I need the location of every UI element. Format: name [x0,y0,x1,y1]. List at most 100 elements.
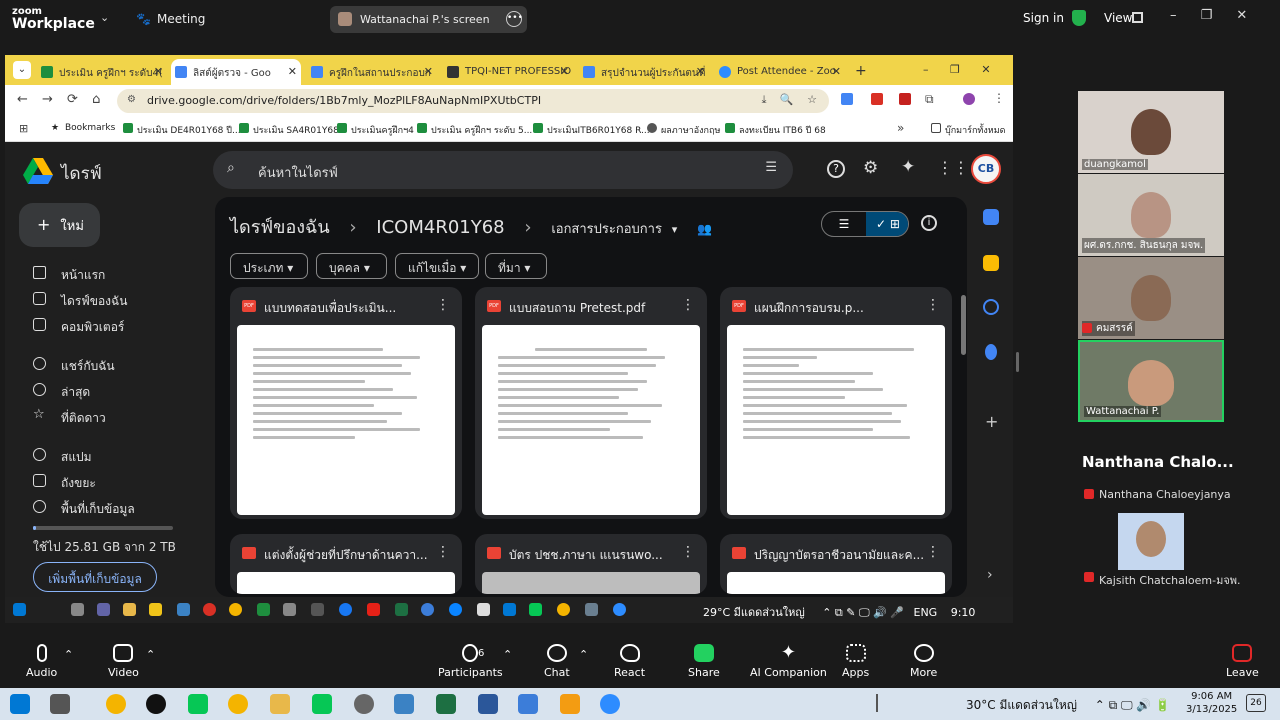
app-icon[interactable] [518,694,538,714]
shield-icon[interactable] [1072,10,1086,26]
participant-tile-active[interactable]: Wattanachai P. [1078,340,1224,422]
more-vert-icon[interactable]: ⋮ [436,544,450,560]
app-icon[interactable] [149,603,162,616]
clock[interactable]: 9:10 [951,606,976,619]
excel-icon[interactable] [436,694,456,714]
url-bar[interactable]: ⚙ drive.google.com/drive/folders/1Bb7mly… [117,89,829,113]
bookmark-item[interactable]: ประเมิน ครูฝึกฯ ระดับ 5... [417,123,532,137]
chevron-right-icon[interactable]: › [987,567,993,583]
line-icon[interactable] [529,603,542,616]
app-icon[interactable] [257,603,270,616]
filter-chip-type[interactable]: ประเภท ▾ [230,253,308,279]
participant-video[interactable] [1118,513,1184,570]
new-button[interactable]: + ใหม่ [19,203,100,247]
view-toggle[interactable]: ☰ ✓ ⊞ [821,211,909,237]
chevron-up-icon[interactable]: ⌃ [146,648,155,661]
chrome-icon[interactable] [106,694,126,714]
extension-icon[interactable] [841,93,853,105]
apps-grid-icon[interactable]: ⊞ [19,122,28,135]
more-vert-icon[interactable]: ⋮ [926,297,940,313]
chrome-icon[interactable] [228,694,248,714]
app-icon[interactable] [283,603,296,616]
weather-text[interactable]: 29°C มีแดดส่วนใหญ่ [703,606,805,619]
leave-button[interactable]: Leave [1226,644,1259,679]
bookmark-item[interactable]: ประเมิน SA4R01Y68 [239,123,339,137]
app-icon[interactable] [421,603,434,616]
line-icon[interactable] [188,694,208,714]
filter-chip-source[interactable]: ที่มา ▾ [485,253,547,279]
app-icon[interactable] [503,603,516,616]
profile-icon[interactable] [963,93,975,105]
chrome-icon[interactable] [557,603,570,616]
screen-share-pill[interactable]: Wattanachai P.'s screen ••• [330,6,527,33]
file-card[interactable]: PDF แผนฝึกการอบรม.p... ⋮ [720,287,952,519]
file-card[interactable]: PDF แบบทดสอบเพื่อประเมิน... ⋮ [230,287,462,519]
close-icon[interactable]: ✕ [154,65,163,78]
site-info-icon[interactable]: ⚙ [127,94,136,105]
gear-icon[interactable]: ⚙ [863,158,878,178]
file-card[interactable]: ปริญญาบัตรอาชีวอนามัยและค... ⋮ [720,534,952,594]
settings-icon[interactable] [354,694,374,714]
mail-icon[interactable] [177,603,190,616]
browser-tab[interactable]: ประเมิน ครูฝึกฯ ระดับ4(✕ [37,59,167,85]
nav-starred[interactable]: ☆ ที่ติดดาว [33,408,106,428]
close-icon[interactable]: ✕ [560,65,569,78]
meeting-label[interactable]: Meeting [157,12,205,26]
close-icon[interactable]: ✕ [424,65,433,78]
file-explorer-icon[interactable] [270,694,290,714]
browser-tab[interactable]: Post Attendee - Zoo ✕ [715,59,845,85]
edge-icon[interactable] [449,603,462,616]
apps-grid-icon[interactable]: ⋮⋮ [937,158,969,177]
help-icon[interactable]: ? [827,160,845,178]
more-options-icon[interactable]: ••• [506,11,523,27]
word-icon[interactable] [478,694,498,714]
tasks-icon[interactable] [983,299,999,315]
nav-home[interactable]: หน้าแรก [33,266,105,285]
notification-icon[interactable]: 26 [1246,694,1266,712]
more-vert-icon[interactable]: ⋮ [681,297,695,313]
more-vert-icon[interactable]: ⋮ [681,544,695,560]
account-avatar[interactable]: CB [971,154,1001,184]
puzzle-icon[interactable]: ⧉ [925,92,934,107]
react-button[interactable]: React [614,644,645,679]
bookmark-folder[interactable]: บุ๊กมาร์กทั้งหมด [931,123,1005,137]
menu-icon[interactable]: ⋮ [993,91,1005,105]
tray-icons[interactable]: ⌃ ⧉ ✎ 🖵 🔊 🎤 [822,606,904,619]
participant-tile[interactable]: duangkamol [1078,91,1224,173]
more-button[interactable]: More [910,644,937,679]
get-more-storage-button[interactable]: เพิ่มพื้นที่เก็บข้อมูล [33,562,157,592]
shared-people-icon[interactable]: 👥 [697,222,712,236]
pdf-extension-icon[interactable] [871,93,883,105]
app-icon[interactable] [560,694,580,714]
bookmark-item[interactable]: ประเมิน DE4R01Y68 ปี... [123,123,241,137]
browser-tab[interactable]: สรุปจำนวนผู้ประกันตนที่ ✕ [579,59,709,85]
chevron-up-icon[interactable]: ⌃ [64,648,73,661]
list-view-icon[interactable]: ☰ [822,212,866,236]
tab-search-icon[interactable]: ⌄ [13,61,31,79]
breadcrumb-current[interactable]: เอกสารประกอบการ [551,222,662,237]
sign-in-button[interactable]: Sign in [1023,11,1064,25]
file-card[interactable]: บัตร ปชช.ภาษาเ แเนรนwo... ⋮ [475,534,707,594]
task-view-icon[interactable] [50,694,70,714]
participant-tile[interactable]: ผศ.ดร.กกช. สินธนกุล มจพ. [1078,174,1224,256]
share-button[interactable]: Share [688,644,720,679]
scrollbar[interactable] [961,295,966,355]
participants-button[interactable]: Participants [438,644,503,679]
excel-icon[interactable] [395,603,408,616]
zoom-icon[interactable] [600,694,620,714]
browser-tab[interactable]: TPQI-NET PROFESSIO ✕ [443,59,573,85]
bookmark-item[interactable]: ประเมินITB6R01Y68 R... [533,123,650,137]
zoom-icon[interactable] [613,603,626,616]
line-icon[interactable] [312,694,332,714]
chat-button[interactable]: Chat [544,644,570,679]
app-icon[interactable] [203,603,216,616]
gemini-icon[interactable]: ✦ [901,157,915,177]
app-icon[interactable] [585,603,598,616]
bookmark-item[interactable]: ประเมินครูฝึกฯ4 [337,123,414,137]
file-card[interactable]: แต่งตั้งผู้ช่วยที่ปรึกษาด้านควา... ⋮ [230,534,462,594]
bookmark-item[interactable]: ★ Bookmarks [51,123,115,133]
browser-tab-active[interactable]: ลิสต์ผู้ตรวจ - Goo ✕ [171,59,301,85]
star-icon[interactable]: ⤓ 🔍 ☆ [762,93,817,107]
bookmark-item[interactable]: ลงทะเบียน ITB6 ปี 68 [725,123,826,137]
drive-search-input[interactable]: ⌕ ค้นหาในไดรฟ์ ☰ [213,151,793,189]
